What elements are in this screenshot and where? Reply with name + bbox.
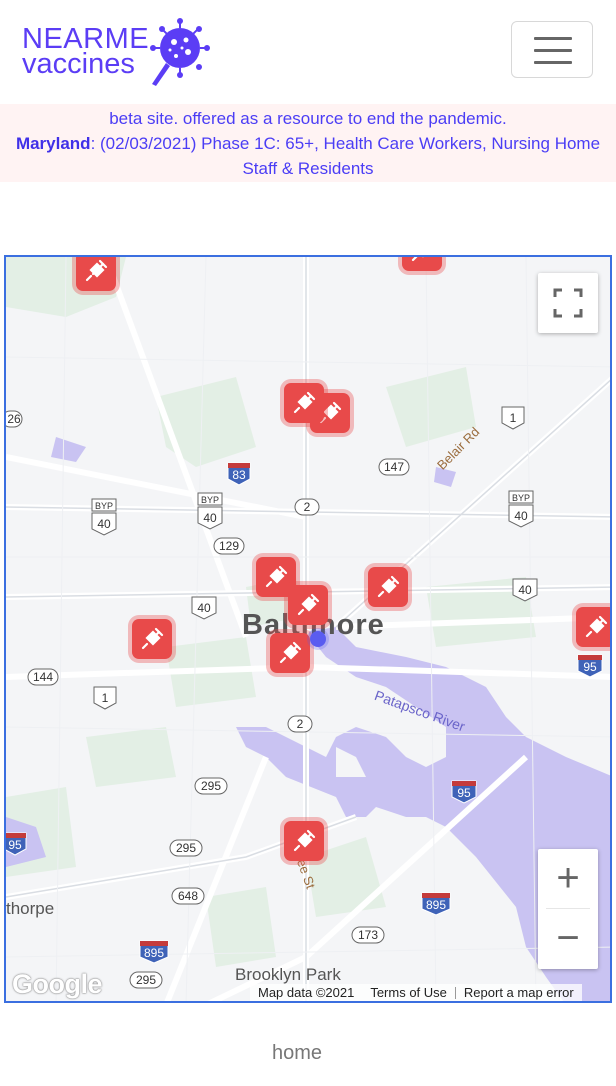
vaccine-site-marker[interactable]: [132, 619, 172, 659]
shield-byp40-a: BYP 40: [91, 498, 117, 536]
fullscreen-button[interactable]: [538, 273, 598, 333]
shield-byp40-c: BYP 40: [508, 490, 534, 528]
map-attribution: Map data ©2021 Terms of Use Report a map…: [250, 984, 582, 1001]
svg-text:BYP: BYP: [95, 501, 113, 511]
route-shields: 26 83 147 1 BYP 40 BYP 40 BYP 40 2 129 40 4…: [6, 406, 603, 989]
svg-text:95: 95: [8, 838, 22, 852]
site-header: NEARME vaccines: [0, 0, 616, 104]
shield-95c: 95: [6, 832, 27, 856]
zoom-controls: + −: [538, 849, 598, 969]
syringe-icon: [141, 627, 164, 650]
banner-phase-info: : (02/03/2021) Phase 1C: 65+, Health Car…: [90, 134, 601, 178]
svg-text:26: 26: [7, 412, 21, 426]
syringe-icon: [411, 257, 424, 262]
shield-95b: 95: [451, 780, 477, 804]
shield-895b: 895: [139, 940, 169, 964]
logo-text-vaccines: vaccines: [22, 48, 135, 80]
shield-144: 144: [27, 668, 59, 686]
vaccine-site-marker[interactable]: [402, 257, 442, 271]
vaccine-site-marker[interactable]: [284, 383, 324, 423]
fullscreen-icon: [553, 288, 583, 318]
shield-40b: 40: [512, 578, 538, 602]
svg-text:40: 40: [518, 583, 532, 597]
virus-magnifier-icon: [150, 18, 210, 86]
svg-text:40: 40: [514, 509, 528, 523]
syringe-icon: [265, 565, 288, 588]
svg-text:BYP: BYP: [201, 495, 219, 505]
banner-state: Maryland: [15, 134, 91, 153]
shield-129: 129: [213, 537, 245, 555]
vaccine-site-marker[interactable]: [284, 821, 324, 861]
shield-295b: 295: [169, 839, 203, 857]
vaccine-map[interactable]: Baltimore Brooklyn Park thorpe Belair Rd…: [4, 255, 612, 1003]
svg-text:144: 144: [33, 670, 53, 684]
home-link[interactable]: home: [0, 1042, 594, 1065]
shield-byp40-b: BYP 40: [197, 492, 223, 530]
banner-state-info: Maryland: (02/03/2021) Phase 1C: 65+, He…: [0, 131, 616, 181]
svg-text:40: 40: [197, 601, 211, 615]
svg-text:173: 173: [358, 928, 378, 942]
svg-text:2: 2: [304, 500, 311, 514]
svg-text:95: 95: [457, 786, 471, 800]
svg-text:BYP: BYP: [512, 493, 530, 503]
vaccine-site-marker[interactable]: [368, 567, 408, 607]
svg-text:895: 895: [426, 898, 446, 912]
report-map-error-link[interactable]: Report a map error: [456, 985, 582, 1000]
shield-295a: 295: [194, 777, 228, 795]
shield-40a: 40: [191, 596, 217, 620]
map-data-text: Map data ©2021: [258, 985, 355, 1000]
syringe-icon: [297, 593, 320, 616]
syringe-icon: [293, 829, 316, 852]
shield-173: 173: [351, 926, 385, 944]
vaccine-site-marker[interactable]: [76, 257, 116, 291]
zoom-in-button[interactable]: +: [538, 849, 598, 908]
shield-83: 83: [227, 462, 251, 486]
syringe-icon: [377, 575, 400, 598]
user-location-dot: [310, 631, 326, 647]
svg-text:295: 295: [201, 779, 221, 793]
svg-text:1: 1: [102, 691, 109, 705]
vaccine-site-marker[interactable]: [288, 585, 328, 625]
svg-text:95: 95: [583, 660, 597, 674]
vaccine-site-marker[interactable]: [270, 633, 310, 673]
zoom-out-button[interactable]: −: [538, 909, 598, 968]
svg-text:295: 295: [176, 841, 196, 855]
google-logo[interactable]: Google: [12, 969, 103, 1000]
shield-648: 648: [171, 887, 205, 905]
svg-text:295: 295: [136, 973, 156, 987]
shield-147: 147: [378, 458, 410, 476]
banner-beta-text: beta site. offered as a resource to end …: [109, 109, 507, 128]
svg-text:40: 40: [203, 511, 217, 525]
shield-1a: 1: [501, 406, 525, 430]
svg-text:2: 2: [297, 717, 304, 731]
syringe-icon: [85, 259, 108, 282]
svg-text:648: 648: [178, 889, 198, 903]
terms-link[interactable]: Terms of Use: [362, 985, 455, 1000]
vaccine-site-marker[interactable]: [576, 607, 610, 647]
syringe-icon: [279, 641, 302, 664]
shield-95a: 95: [577, 654, 603, 678]
shield-895a: 895: [421, 892, 451, 916]
syringe-icon: [293, 391, 316, 414]
svg-text:895: 895: [144, 946, 164, 960]
shield-295c: 295: [129, 971, 163, 989]
shield-1b: 1: [93, 686, 117, 710]
shield-2a: 2: [294, 498, 320, 516]
svg-text:1: 1: [510, 411, 517, 425]
hamburger-menu-icon: [534, 37, 572, 40]
announcement-banner: beta site. offered as a resource to end …: [0, 104, 616, 182]
shield-2b: 2: [287, 715, 313, 733]
svg-text:129: 129: [219, 539, 239, 553]
svg-text:40: 40: [97, 517, 111, 531]
svg-text:83: 83: [232, 468, 246, 482]
svg-text:147: 147: [384, 460, 404, 474]
site-logo[interactable]: NEARME vaccines: [20, 18, 210, 88]
syringe-icon: [585, 615, 608, 638]
shield-26: 26: [6, 410, 23, 428]
menu-toggle-button[interactable]: [511, 21, 593, 78]
